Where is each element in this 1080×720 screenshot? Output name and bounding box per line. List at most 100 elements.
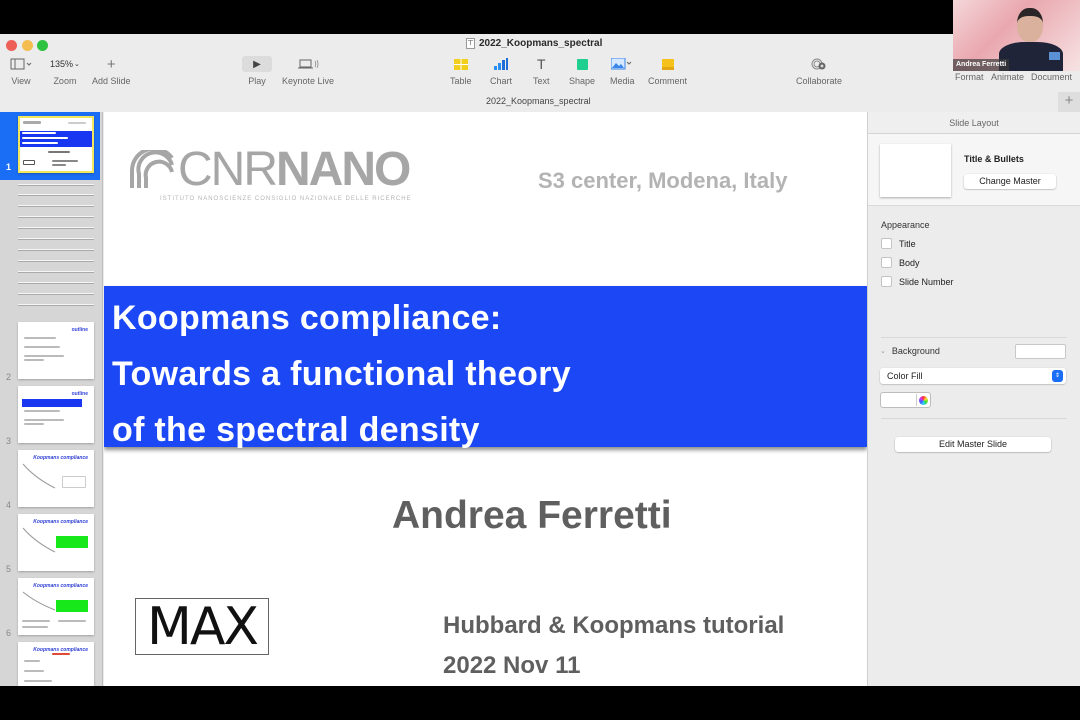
zoom-label: Zoom [53,76,77,86]
slide-navigator[interactable]: 1 2 outline 3 outline 4 Koopmans complia… [0,112,103,686]
background-disclosure[interactable]: ⌄ Background [880,346,940,356]
slide-thumbnail-3[interactable]: 3 outline [0,386,100,452]
slide-number: 5 [6,564,12,574]
cnr-arcs-icon [130,150,174,188]
window-title-text: 2022_Koopmans_spectral [479,38,603,49]
title-box[interactable]: Koopmans compliance: Towards a functiona… [104,286,867,449]
title-line-3: of the spectral density [112,411,480,449]
slide-number-checkbox[interactable] [881,276,892,287]
text-label: Text [533,76,550,86]
screen: ⊤ 2022_Koopmans_spectral View 135% ⌄ Zoom… [0,0,1080,720]
participant-name: Andrea Ferretti [953,59,1010,71]
add-panel-button[interactable]: + [1058,92,1080,112]
location-text[interactable]: S3 center, Modena, Italy [538,168,787,194]
text-icon: T [536,56,546,72]
chart-button[interactable]: Chart [490,56,512,86]
slide-title: outline [71,391,88,397]
change-master-button[interactable]: Change Master [964,174,1056,189]
slide-thumbnail-2[interactable]: 2 outline [0,322,100,388]
fill-type-select[interactable]: Color Fill ⇕ [880,368,1066,384]
close-window-button[interactable] [6,40,17,51]
bar-chart-icon [494,56,508,72]
slide-number-checkbox-label: Slide Number [899,276,954,287]
body-checkbox-label: Body [899,257,920,268]
slide-number: 4 [6,500,12,510]
slide-thumbnail-7[interactable]: Koopmans compliance [0,642,100,686]
inspector-panel: Slide Layout Title & Bullets Change Mast… [867,112,1080,686]
view-button[interactable]: View [10,56,32,86]
event-text[interactable]: Hubbard & Koopmans tutorial 2022 Nov 11 [443,606,784,686]
layout-name: Title & Bullets [964,154,1024,164]
play-button[interactable]: ▶ Play [242,56,272,86]
maximize-window-button[interactable] [37,40,48,51]
color-wheel-icon[interactable] [916,394,929,406]
animate-label: Animate [991,72,1025,82]
layout-thumbnail[interactable] [880,144,951,197]
background-label: Background [891,346,940,356]
media-button[interactable]: Media [610,56,635,86]
keynote-document-icon: ⊤ [466,38,475,49]
slide-thumbnail-4[interactable]: 4 Koopmans compliance [0,450,100,516]
cnr-nano-logo: CNRNANO [128,143,411,196]
sidebar-icon [10,56,32,72]
background-poster [1049,52,1060,60]
select-stepper-icon: ⇕ [1052,370,1063,382]
slide-number: 1 [6,162,12,172]
slide-plot [22,463,56,489]
document-subtitle: 2022_Koopmans_spectral [486,96,591,106]
document-label: Document [1031,72,1073,82]
slide-canvas[interactable]: CNRNANO ISTITUTO NANOSCIENZE CONSIGLIO N… [104,112,867,686]
minimize-window-button[interactable] [22,40,33,51]
inspector-header: Slide Layout [868,112,1080,134]
cnr-nano-wordmark: CNRNANO [178,143,411,196]
slide-preview [18,116,94,173]
slide-number: 2 [6,372,12,382]
layout-section: Title & Bullets Change Master [868,134,1080,206]
text-button[interactable]: T Text [533,56,550,86]
comment-label: Comment [648,76,688,86]
slide-thumbnail-6[interactable]: 6 Koopmans compliance [0,578,100,644]
webcam-video: Andrea Ferretti [953,0,1080,71]
comment-button[interactable]: Comment [648,56,687,86]
slide-number: 6 [6,628,12,638]
keynote-live-label: Keynote Live [282,76,335,86]
collaborate-button[interactable]: Collaborate [796,56,842,86]
laptop-broadcast-icon [297,56,319,72]
collaborate-label: Collaborate [796,76,843,86]
keynote-live-button[interactable]: Keynote Live [282,56,334,86]
table-icon [453,56,468,72]
body-checkbox-row[interactable]: Body [881,257,920,268]
add-slide-button[interactable]: + Add Slide [92,55,131,87]
comment-icon [661,56,674,72]
title-checkbox[interactable] [881,238,892,249]
fill-type-value: Color Fill [887,371,923,381]
author-name[interactable]: Andrea Ferretti [392,494,672,538]
play-label: Play [248,76,266,86]
color-well[interactable] [880,392,931,408]
background-color-swatch[interactable] [1015,344,1066,359]
media-icon [611,56,633,72]
edit-master-slide-button[interactable]: Edit Master Slide [895,437,1051,452]
title-checkbox-row[interactable]: Title [881,238,916,249]
zoom-dropdown[interactable]: 135% ⌄ Zoom [50,56,80,86]
chevron-down-icon: ⌄ [74,61,80,68]
slide-thumbnail-1[interactable]: 1 [0,112,100,180]
document-button[interactable]: Document [1031,72,1072,82]
appearance-label: Appearance [881,220,930,230]
play-icon: ▶ [242,56,272,72]
plus-icon: + [106,55,116,73]
slide-number-checkbox-row[interactable]: Slide Number [881,276,954,287]
body-checkbox[interactable] [881,257,892,268]
format-button[interactable]: Format [955,72,984,82]
participant-video [999,8,1063,71]
slide-title: outline [71,327,88,333]
shape-icon [576,56,588,72]
max-logo: MAX [135,598,269,655]
slide-thumbnail-5[interactable]: 5 Koopmans compliance [0,514,100,580]
shape-button[interactable]: Shape [569,56,595,86]
animate-button[interactable]: Animate [991,72,1024,82]
table-button[interactable]: Table [450,56,472,86]
divider [881,418,1067,419]
event-date: 2022 Nov 11 [443,652,581,679]
title-line-2: Towards a functional theory [112,355,571,393]
